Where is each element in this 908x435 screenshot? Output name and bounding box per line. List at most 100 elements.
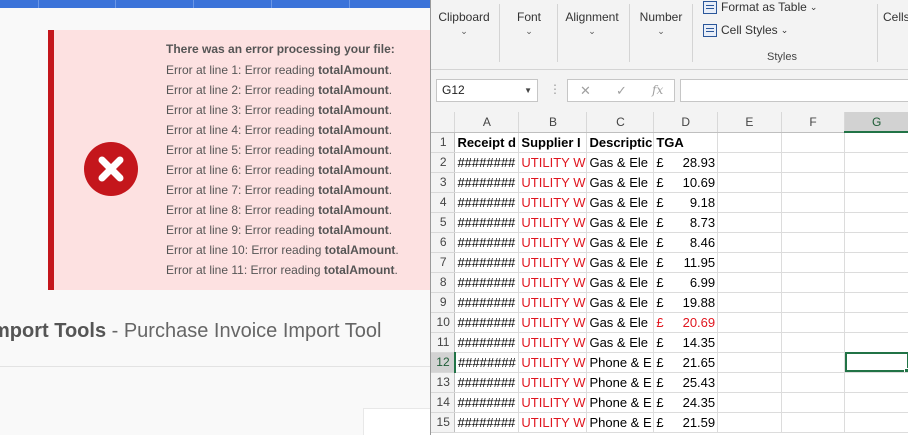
cell-f[interactable] <box>781 312 846 333</box>
cell-f[interactable] <box>781 272 846 293</box>
row-header[interactable]: 2 <box>431 152 456 173</box>
cell-description[interactable]: Phone & E <box>586 352 655 373</box>
cell-supplier[interactable]: UTILITY W <box>518 312 588 333</box>
cell-g[interactable] <box>844 292 908 313</box>
row-header[interactable]: 4 <box>431 192 456 213</box>
cell-g[interactable] <box>844 252 908 273</box>
cancel-icon[interactable]: ✕ <box>580 83 591 99</box>
name-box[interactable]: G12 ▼ <box>436 79 538 102</box>
row-header[interactable]: 14 <box>431 392 456 413</box>
cell-e[interactable] <box>717 292 782 313</box>
cell-supplier[interactable]: UTILITY W <box>518 392 588 413</box>
cell-f[interactable] <box>781 252 846 273</box>
cell-supplier[interactable]: UTILITY W <box>518 272 588 293</box>
cell-f[interactable] <box>781 332 846 353</box>
cell-supplier[interactable]: UTILITY W <box>518 292 588 313</box>
column-header-g[interactable]: G <box>844 112 908 133</box>
row-header[interactable]: 13 <box>431 372 456 393</box>
row-header[interactable]: 3 <box>431 172 456 193</box>
cell-f[interactable] <box>781 372 846 393</box>
cell-description[interactable]: Gas & Ele <box>586 332 655 353</box>
cell-f[interactable] <box>781 152 846 173</box>
formula-input[interactable] <box>680 79 908 102</box>
cell-date[interactable]: ######## <box>454 332 520 353</box>
cell-amount[interactable]: £6.99 <box>653 272 719 293</box>
cell-e[interactable] <box>717 152 782 173</box>
font-button[interactable]: Font ⌄ <box>503 0 555 54</box>
cell-e[interactable] <box>717 192 782 213</box>
row-header[interactable]: 9 <box>431 292 456 313</box>
cell-date[interactable]: ######## <box>454 412 520 433</box>
cell-e[interactable] <box>717 212 782 233</box>
alignment-button[interactable]: Alignment ⌄ <box>559 0 625 54</box>
cell-e[interactable] <box>717 232 782 253</box>
cell-date[interactable]: ######## <box>454 372 520 393</box>
cell-supplier[interactable]: UTILITY W <box>518 332 588 353</box>
cell-e[interactable] <box>717 412 782 433</box>
cell-b1[interactable]: Supplier I <box>518 132 588 153</box>
cell-amount[interactable]: £11.95 <box>653 252 719 273</box>
cell-e[interactable] <box>717 312 782 333</box>
cell-supplier[interactable]: UTILITY W <box>518 412 588 433</box>
cell-description[interactable]: Gas & Ele <box>586 292 655 313</box>
cell-g[interactable] <box>844 392 908 413</box>
cell-g[interactable] <box>844 152 908 173</box>
cell-date[interactable]: ######## <box>454 172 520 193</box>
cell-date[interactable]: ######## <box>454 312 520 333</box>
row-header[interactable]: 7 <box>431 252 456 273</box>
cell-e1[interactable] <box>717 132 782 153</box>
cell-date[interactable]: ######## <box>454 272 520 293</box>
cell-description[interactable]: Gas & Ele <box>586 152 655 173</box>
cell-description[interactable]: Phone & E <box>586 372 655 393</box>
cell-f[interactable] <box>781 392 846 413</box>
cell-g[interactable] <box>844 212 908 233</box>
row-header[interactable]: 10 <box>431 312 456 333</box>
cell-date[interactable]: ######## <box>454 292 520 313</box>
column-header-e[interactable]: E <box>717 112 782 133</box>
format-as-table-button[interactable]: Format as Table ⌄ <box>703 0 817 16</box>
cell-g[interactable] <box>844 332 908 353</box>
cell-g[interactable] <box>844 352 908 373</box>
enter-icon[interactable]: ✓ <box>616 83 627 99</box>
cell-f[interactable] <box>781 292 846 313</box>
column-header-d[interactable]: D <box>653 112 719 133</box>
column-header-f[interactable]: F <box>781 112 846 133</box>
insert-function-icon[interactable]: fx <box>652 83 663 97</box>
row-header[interactable]: 5 <box>431 212 456 233</box>
cell-amount[interactable]: £25.43 <box>653 372 719 393</box>
cell-date[interactable]: ######## <box>454 192 520 213</box>
cell-date[interactable]: ######## <box>454 392 520 413</box>
column-header-a[interactable]: A <box>454 112 520 133</box>
grip-icon[interactable]: ⋮ <box>549 82 561 96</box>
cell-c1[interactable]: Descriptic <box>586 132 655 153</box>
cell-description[interactable]: Gas & Ele <box>586 192 655 213</box>
cell-supplier[interactable]: UTILITY W <box>518 212 588 233</box>
cell-date[interactable]: ######## <box>454 352 520 373</box>
cell-f[interactable] <box>781 192 846 213</box>
row-header[interactable]: 1 <box>431 132 456 153</box>
row-header[interactable]: 8 <box>431 272 456 293</box>
cell-g[interactable] <box>844 412 908 433</box>
cell-amount[interactable]: £14.35 <box>653 332 719 353</box>
cell-supplier[interactable]: UTILITY W <box>518 232 588 253</box>
cell-f[interactable] <box>781 352 846 373</box>
cell-g1[interactable] <box>844 132 908 153</box>
cell-description[interactable]: Gas & Ele <box>586 272 655 293</box>
cell-supplier[interactable]: UTILITY W <box>518 172 588 193</box>
chevron-down-icon[interactable]: ▼ <box>524 80 532 101</box>
column-header-c[interactable]: C <box>586 112 655 133</box>
cell-f1[interactable] <box>781 132 846 153</box>
cell-d1[interactable]: TGA <box>653 132 719 153</box>
cell-g[interactable] <box>844 312 908 333</box>
row-header[interactable]: 12 <box>431 352 456 373</box>
cell-e[interactable] <box>717 252 782 273</box>
cell-g[interactable] <box>844 272 908 293</box>
cell-f[interactable] <box>781 212 846 233</box>
cell-amount[interactable]: £20.69 <box>653 312 719 333</box>
cell-amount[interactable]: £24.35 <box>653 392 719 413</box>
select-all-corner[interactable] <box>431 112 456 133</box>
cell-description[interactable]: Gas & Ele <box>586 232 655 253</box>
cell-date[interactable]: ######## <box>454 252 520 273</box>
cell-description[interactable]: Phone & E <box>586 392 655 413</box>
cell-e[interactable] <box>717 332 782 353</box>
